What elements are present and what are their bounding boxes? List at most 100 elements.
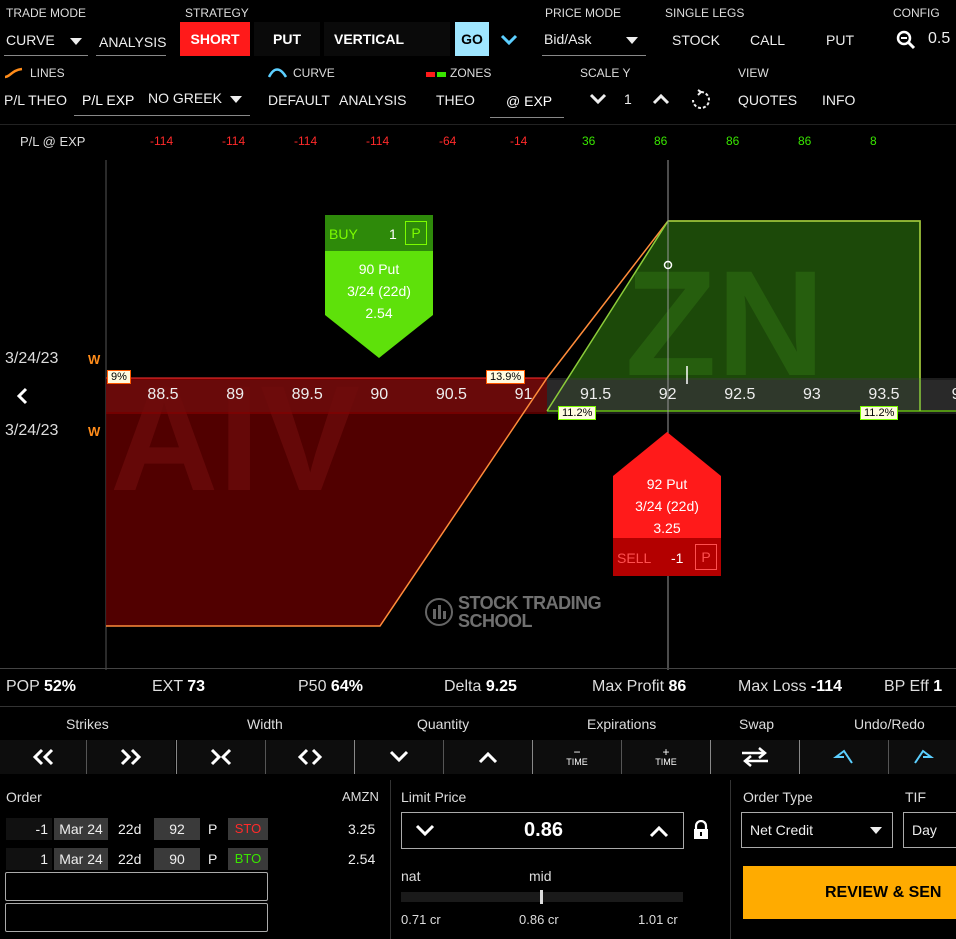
buy-leg-marker[interactable]: BUY 1 P 90 Put 3/24 (22d) 2.54 <box>325 215 433 359</box>
buy-leg-price: 2.54 <box>365 305 393 321</box>
chevron-down-icon <box>70 38 82 45</box>
undo-button[interactable] <box>800 740 888 774</box>
max-loss-value: -114 <box>810 678 843 695</box>
vertical-button[interactable]: VERTICAL <box>324 22 450 56</box>
empty-leg-slot[interactable] <box>5 903 268 932</box>
width-widen-button[interactable] <box>266 740 354 774</box>
width-label: Width <box>247 716 283 732</box>
strike-label[interactable]: 92.5 <box>724 386 756 404</box>
delta-label: Delta <box>444 678 482 695</box>
swap-button[interactable] <box>711 740 799 774</box>
strike-label[interactable]: 91 <box>508 386 540 404</box>
leg-strike[interactable]: 92 <box>154 818 200 840</box>
ext-stat: EXT 73 <box>152 678 205 696</box>
scale-up-icon[interactable] <box>651 90 671 113</box>
pl-value: -64 <box>439 134 457 148</box>
expiration-earlier-button[interactable]: − TIME <box>533 740 621 774</box>
leg-price: 2.54 <box>348 851 376 867</box>
chevron-down-icon <box>626 37 638 44</box>
order-leg-row[interactable]: 1 Mar 24 22d 90 P BTO 2.54 <box>0 848 390 870</box>
greek-value: NO GREEK <box>148 90 222 106</box>
leg-expiration[interactable]: Mar 24 <box>54 818 108 840</box>
tif-select[interactable]: Day <box>903 812 956 848</box>
put-button[interactable]: PUT <box>254 22 320 56</box>
quantity-up-button[interactable] <box>444 740 532 774</box>
stock-button[interactable]: STOCK <box>672 32 720 48</box>
leg-action: STO <box>228 818 268 840</box>
limit-price-label: Limit Price <box>401 789 467 805</box>
price-slider-handle[interactable] <box>540 890 543 904</box>
info-tab[interactable]: INFO <box>822 92 855 108</box>
quotes-tab[interactable]: QUOTES <box>738 92 797 108</box>
strikes-down-button[interactable] <box>0 740 86 774</box>
divider <box>390 780 391 939</box>
lock-icon[interactable] <box>692 819 710 845</box>
go-button[interactable]: GO <box>455 22 489 56</box>
leg-expiration[interactable]: Mar 24 <box>54 848 108 870</box>
strategy-dropdown-chevron-icon[interactable] <box>498 28 520 50</box>
pl-theo-tab[interactable]: P/L THEO <box>4 92 67 108</box>
empty-leg-slot[interactable] <box>5 872 268 901</box>
buy-leg-desc: 90 Put <box>358 261 400 277</box>
at-exp-tab[interactable]: @ EXP <box>490 88 564 118</box>
sell-leg-marker[interactable]: 92 Put 3/24 (22d) 3.25 SELL -1 P <box>613 432 721 576</box>
put-leg-button[interactable]: PUT <box>826 32 854 48</box>
strike-label[interactable]: 89 <box>219 386 251 404</box>
pl-exp-select[interactable]: P/L EXP NO GREEK <box>74 88 250 116</box>
chevron-down-icon <box>389 750 409 763</box>
analysis-tab[interactable]: ANALYSIS <box>96 28 166 56</box>
redo-button[interactable] <box>889 740 956 774</box>
zoom-value: 0.5 <box>928 30 951 47</box>
sell-leg-type: P <box>695 544 717 570</box>
leg-strike[interactable]: 90 <box>154 848 200 870</box>
scroll-left-icon[interactable] <box>14 386 30 411</box>
expiration-later-button[interactable]: + TIME <box>622 740 710 774</box>
default-tab[interactable]: DEFAULT <box>268 92 330 108</box>
call-button[interactable]: CALL <box>750 32 785 48</box>
analysis-tab-2[interactable]: ANALYSIS <box>339 92 406 108</box>
pl-value: 36 <box>582 134 596 148</box>
theo-tab[interactable]: THEO <box>436 92 475 108</box>
ext-value: 73 <box>187 678 206 695</box>
strike-label[interactable]: 9 <box>940 386 956 404</box>
strikes-up-button[interactable] <box>87 740 175 774</box>
strike-label[interactable]: 89.5 <box>291 386 323 404</box>
strike-label[interactable]: 91.5 <box>580 386 612 404</box>
expirations-label: Expirations <box>587 716 657 732</box>
leg-days: 22d <box>118 821 142 837</box>
leg-qty[interactable]: -1 <box>6 818 52 840</box>
strike-label[interactable]: 90.5 <box>435 386 467 404</box>
leg-qty[interactable]: 1 <box>6 848 52 870</box>
review-send-button[interactable]: REVIEW & SEN <box>743 866 956 919</box>
strike-label[interactable]: 90 <box>363 386 395 404</box>
tif-label: TIF <box>905 789 926 805</box>
strike-label[interactable]: 92 <box>652 386 684 404</box>
price-mode-select[interactable]: Bid/Ask <box>542 28 646 56</box>
quantity-down-button[interactable] <box>355 740 443 774</box>
order-type-label: Order Type <box>743 789 813 805</box>
iv-tag-left: 9% <box>107 370 131 384</box>
watermark-icon <box>425 598 453 626</box>
reset-scale-icon[interactable] <box>690 89 712 116</box>
zoom-icon[interactable] <box>896 30 916 50</box>
price-slider[interactable] <box>401 890 683 904</box>
max-loss-label: Max Loss <box>738 678 807 695</box>
order-leg-row[interactable]: -1 Mar 24 22d 92 P STO 3.25 <box>0 818 390 840</box>
scale-down-icon[interactable] <box>588 90 608 113</box>
strike-label[interactable]: 88.5 <box>147 386 179 404</box>
sell-leg-price: 3.25 <box>653 520 681 536</box>
far-value: 1.01 cr <box>638 912 678 927</box>
trade-mode-select[interactable]: CURVE <box>4 28 88 56</box>
short-button[interactable]: SHORT <box>180 22 250 56</box>
sell-leg-desc: 92 Put <box>646 476 688 492</box>
divider <box>730 780 731 939</box>
order-type-select[interactable]: Net Credit <box>741 812 893 848</box>
widen-icon <box>297 748 323 766</box>
quantity-label: Quantity <box>417 716 470 732</box>
strike-label[interactable]: 93.5 <box>868 386 900 404</box>
time-label: TIME <box>566 757 588 767</box>
width-narrow-button[interactable] <box>177 740 265 774</box>
strike-label[interactable]: 93 <box>796 386 828 404</box>
limit-price-input[interactable]: 0.86 <box>401 812 684 849</box>
bp-eff-stat: BP Eff 1 <box>884 678 942 696</box>
